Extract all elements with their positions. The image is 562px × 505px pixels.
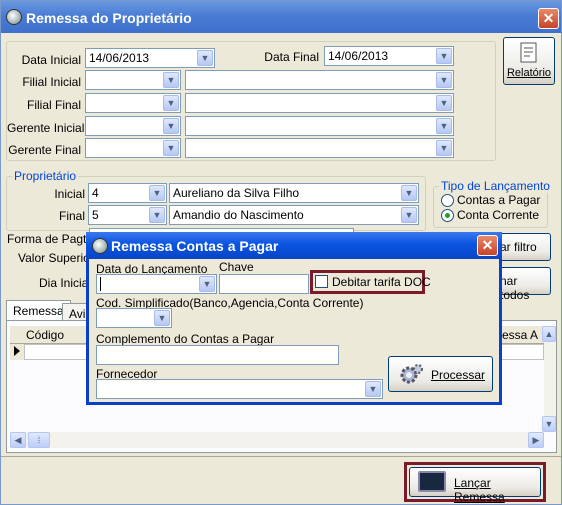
gears-icon	[400, 364, 423, 384]
filial-inicial-name[interactable]: ▼	[185, 70, 454, 90]
gerente-final-label: Gerente Final	[8, 143, 81, 157]
data-final-value: 14/06/2013	[328, 49, 389, 63]
divider	[1, 456, 561, 457]
conta-corrente-label: Conta Corrente	[457, 208, 540, 222]
lancar-remessa-label: Lançar Remessa	[454, 476, 505, 504]
cod-simplificado-field[interactable]: ▼	[96, 308, 172, 328]
contas-a-pagar-label: Contas a Pagar	[457, 193, 541, 207]
prop-final-name[interactable]: Amandio do Nascimento ▼	[169, 205, 419, 225]
processar-label: Processar	[431, 368, 486, 382]
prop-inicial-name-value: Aureliano da Silva Filho	[173, 186, 300, 200]
gerente-final-name[interactable]: ▼	[185, 138, 454, 158]
chevron-down-icon[interactable]: ▼	[154, 310, 170, 326]
chevron-down-icon[interactable]: ▼	[401, 185, 417, 201]
valor-superior-label: Valor Superior	[18, 251, 94, 265]
chevron-down-icon[interactable]: ▼	[436, 118, 452, 134]
debitar-checkbox[interactable]	[315, 275, 328, 288]
tipo-lancamento-title: Tipo de Lançamento	[439, 179, 552, 193]
data-lancamento-field[interactable]: ▼	[96, 274, 217, 294]
scroll-left-icon[interactable]: ◀	[10, 432, 26, 448]
scroll-thumb[interactable]: ⁞	[28, 432, 50, 448]
prop-inicial-name[interactable]: Aureliano da Silva Filho ▼	[169, 183, 419, 203]
scroll-up-icon[interactable]: ▲	[542, 326, 556, 342]
close-button[interactable]: ✕	[538, 8, 559, 29]
monitor-icon	[418, 471, 446, 492]
dia-inicial-label: Dia Inicial	[39, 276, 92, 290]
contas-pagar-dialog: Remessa Contas a Pagar ✕ Data do Lançame…	[86, 232, 502, 405]
prop-inicial-label: Inicial	[54, 187, 85, 201]
text-cursor	[100, 277, 101, 291]
gerente-inicial-label: Gerente Inicial	[7, 121, 85, 135]
data-final-label: Data Final	[264, 50, 319, 64]
gerente-final-code[interactable]: ▼	[85, 138, 181, 158]
col-remessa-a[interactable]: essa A	[502, 328, 538, 342]
forma-pagto-label: Forma de Pagto.	[7, 232, 97, 246]
filial-final-label: Filial Final	[26, 98, 81, 112]
relatorio-button[interactable]: Relatório	[503, 37, 555, 85]
chevron-down-icon[interactable]: ▼	[163, 95, 179, 111]
chevron-down-icon[interactable]: ▼	[401, 207, 417, 223]
chevron-down-icon[interactable]: ▼	[163, 118, 179, 134]
col-codigo[interactable]: Código	[26, 328, 64, 342]
radio-conta-corrente[interactable]	[441, 209, 454, 222]
gerente-inicial-code[interactable]: ▼	[85, 116, 181, 136]
relatorio-label: Relatório	[506, 67, 552, 79]
chevron-down-icon[interactable]: ▼	[149, 207, 165, 223]
prop-final-label: Final	[58, 209, 85, 223]
scroll-down-icon[interactable]: ▼	[542, 416, 556, 432]
chevron-down-icon[interactable]: ▼	[436, 140, 452, 156]
dialog-title: Remessa Contas a Pagar	[111, 238, 279, 254]
prop-inicial-code-value: 4	[92, 186, 99, 200]
chevron-down-icon[interactable]: ▼	[365, 381, 381, 397]
data-inicial-value: 14/06/2013	[89, 51, 150, 65]
report-icon	[520, 42, 537, 63]
debitar-label: Debitar tarifa DOC	[332, 275, 431, 289]
filial-final-name[interactable]: ▼	[185, 93, 454, 113]
chevron-down-icon[interactable]: ▼	[163, 72, 179, 88]
tab-remessa[interactable]: Remessa	[6, 300, 71, 320]
chave-label: Chave	[219, 260, 254, 274]
radio-contas-a-pagar[interactable]	[441, 194, 454, 207]
main-titlebar[interactable]: Remessa do Proprietário ✕	[1, 1, 561, 33]
filial-inicial-code[interactable]: ▼	[85, 70, 181, 90]
app-icon	[6, 9, 22, 25]
dialog-titlebar[interactable]: Remessa Contas a Pagar ✕	[86, 232, 502, 259]
processar-button[interactable]: Processar	[388, 356, 493, 392]
data-inicial-label: Data Inicial	[21, 53, 81, 67]
dialog-app-icon	[92, 238, 108, 254]
fornecedor-field[interactable]: ▼	[96, 379, 383, 399]
chevron-down-icon[interactable]: ▼	[436, 72, 452, 88]
proprietario-title: Proprietário	[12, 169, 79, 183]
prop-final-code[interactable]: 5 ▼	[88, 205, 167, 225]
h-scrollbar[interactable]: ◀ ⁞ ▶	[10, 432, 544, 448]
v-scrollbar[interactable]: ▲ ▼	[542, 326, 556, 432]
prop-final-code-value: 5	[92, 208, 99, 222]
chevron-down-icon[interactable]: ▼	[199, 276, 215, 292]
chevron-down-icon[interactable]: ▼	[163, 140, 179, 156]
chave-input[interactable]	[219, 274, 309, 294]
gerente-inicial-name[interactable]: ▼	[185, 116, 454, 136]
data-final-field[interactable]: 14/06/2013 ▼	[324, 46, 454, 66]
chevron-down-icon[interactable]: ▼	[436, 48, 452, 64]
lancar-remessa-button[interactable]: Lançar Remessa	[409, 467, 541, 504]
data-inicial-field[interactable]: 14/06/2013 ▼	[85, 48, 215, 68]
scroll-right-icon[interactable]: ▶	[528, 432, 544, 448]
complemento-label: Complemento do Contas a Pagar	[96, 332, 275, 346]
dialog-close-button[interactable]: ✕	[477, 235, 498, 256]
row-indicator	[10, 344, 24, 360]
prop-final-name-value: Amandio do Nascimento	[173, 208, 304, 222]
chevron-down-icon[interactable]: ▼	[197, 50, 213, 66]
window-title: Remessa do Proprietário	[26, 10, 192, 26]
chevron-down-icon[interactable]: ▼	[436, 95, 452, 111]
prop-inicial-code[interactable]: 4 ▼	[88, 183, 167, 203]
filial-final-code[interactable]: ▼	[85, 93, 181, 113]
complemento-input[interactable]	[96, 345, 339, 365]
filial-inicial-label: Filial Inicial	[22, 75, 81, 89]
chevron-down-icon[interactable]: ▼	[149, 185, 165, 201]
